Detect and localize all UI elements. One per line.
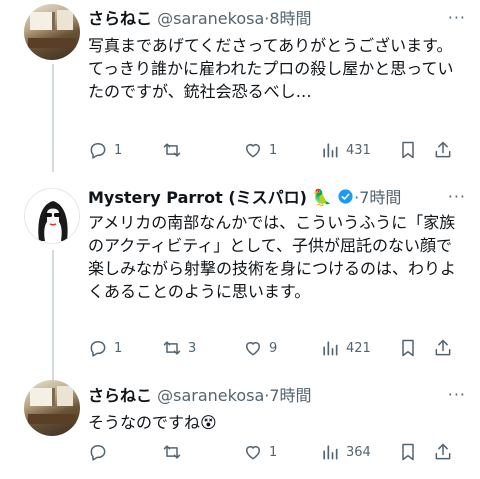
views-icon [323, 341, 338, 356]
bookmark-button[interactable] [398, 338, 418, 358]
bookmark-button[interactable] [398, 140, 418, 160]
bookmark-button[interactable] [398, 442, 418, 462]
retweet-icon [163, 341, 181, 355]
reply-button[interactable]: 1 [88, 140, 122, 160]
bookmark-icon [402, 443, 414, 461]
like-icon [246, 342, 260, 356]
reply-count: 1 [114, 142, 123, 158]
reply-button[interactable]: 1 [88, 338, 122, 358]
share-icon [435, 141, 451, 158]
avatar[interactable] [24, 4, 80, 60]
tweet-header: Mystery Parrot (ミスパロ) 🦜 ·7時間 [88, 188, 401, 208]
display-name[interactable]: さらねこ [88, 9, 152, 28]
display-name[interactable]: Mystery Parrot (ミスパロ) [88, 188, 307, 207]
like-button[interactable]: 1 [243, 140, 277, 160]
reply-button[interactable] [88, 442, 114, 462]
views-button[interactable]: 421 [320, 338, 371, 358]
timestamp[interactable]: 7時間 [359, 188, 401, 207]
action-bar: 1 3 9 421 [80, 338, 460, 362]
tweet-header: さらねこ @saranekosa·7時間 [88, 386, 312, 406]
retweet-icon [163, 445, 181, 459]
like-button[interactable]: 1 [243, 442, 277, 462]
action-bar: 1 1 431 [80, 140, 460, 164]
more-icon[interactable]: ··· [448, 8, 466, 27]
retweet-button[interactable] [162, 442, 188, 462]
user-handle[interactable]: @saranekosa [157, 9, 264, 28]
avatar[interactable] [24, 380, 80, 436]
reply-icon [90, 341, 106, 357]
parrot-emoji-icon: 🦜 [312, 188, 332, 207]
bookmark-icon [402, 141, 414, 159]
views-count: 421 [346, 340, 371, 356]
tweet[interactable]: Mystery Parrot (ミスパロ) 🦜 ·7時間 ··· アメリカの南部… [0, 176, 480, 372]
avatar[interactable] [24, 188, 80, 244]
views-count: 364 [346, 444, 371, 460]
views-icon [323, 445, 338, 460]
reply-icon [90, 143, 106, 159]
verified-badge-icon [338, 189, 353, 204]
views-icon [323, 143, 338, 158]
retweet-button[interactable]: 3 [162, 338, 196, 358]
like-count: 1 [269, 142, 278, 158]
bookmark-icon [402, 339, 414, 357]
retweet-button[interactable] [162, 140, 188, 160]
tweet[interactable]: さらねこ @saranekosa·8時間 ··· 写真まであげてくださってありが… [0, 0, 480, 175]
more-icon[interactable]: ··· [448, 385, 466, 404]
tweet-header: さらねこ @saranekosa·8時間 [88, 9, 312, 29]
like-icon [246, 446, 260, 460]
retweet-count: 3 [188, 340, 197, 356]
like-button[interactable]: 9 [243, 338, 277, 358]
share-icon [435, 339, 451, 356]
more-icon[interactable]: ··· [448, 187, 466, 206]
like-count: 1 [269, 444, 278, 460]
like-count: 9 [269, 340, 278, 356]
views-count: 431 [346, 142, 371, 158]
share-icon [435, 443, 451, 460]
like-icon [246, 144, 260, 158]
display-name[interactable]: さらねこ [88, 386, 152, 405]
tweet-text: そうなのですね😵 [88, 413, 217, 432]
tweet-text: 写真まであげてくださってありがとうございます。 てっきり誰かに雇われたプロの殺し… [88, 36, 454, 101]
views-button[interactable]: 364 [320, 442, 371, 462]
tweet-text: アメリカの南部なんかでは、こういうふうに「家族のアクティビティ」として、子供が屈… [88, 213, 457, 301]
share-button[interactable] [433, 442, 453, 462]
action-bar: 1 364 [80, 442, 460, 466]
reply-icon [90, 445, 106, 461]
user-handle[interactable]: @saranekosa [157, 386, 264, 405]
tweet[interactable]: さらねこ @saranekosa·7時間 ··· そうなのですね😵 1 364 [0, 372, 480, 479]
reply-count: 1 [114, 340, 123, 356]
timestamp[interactable]: 7時間 [269, 386, 311, 405]
share-button[interactable] [433, 140, 453, 160]
woman-sunglasses-illustration [38, 201, 68, 241]
views-button[interactable]: 431 [320, 140, 371, 160]
share-button[interactable] [433, 338, 453, 358]
retweet-icon [163, 143, 181, 157]
timestamp[interactable]: 8時間 [269, 9, 311, 28]
